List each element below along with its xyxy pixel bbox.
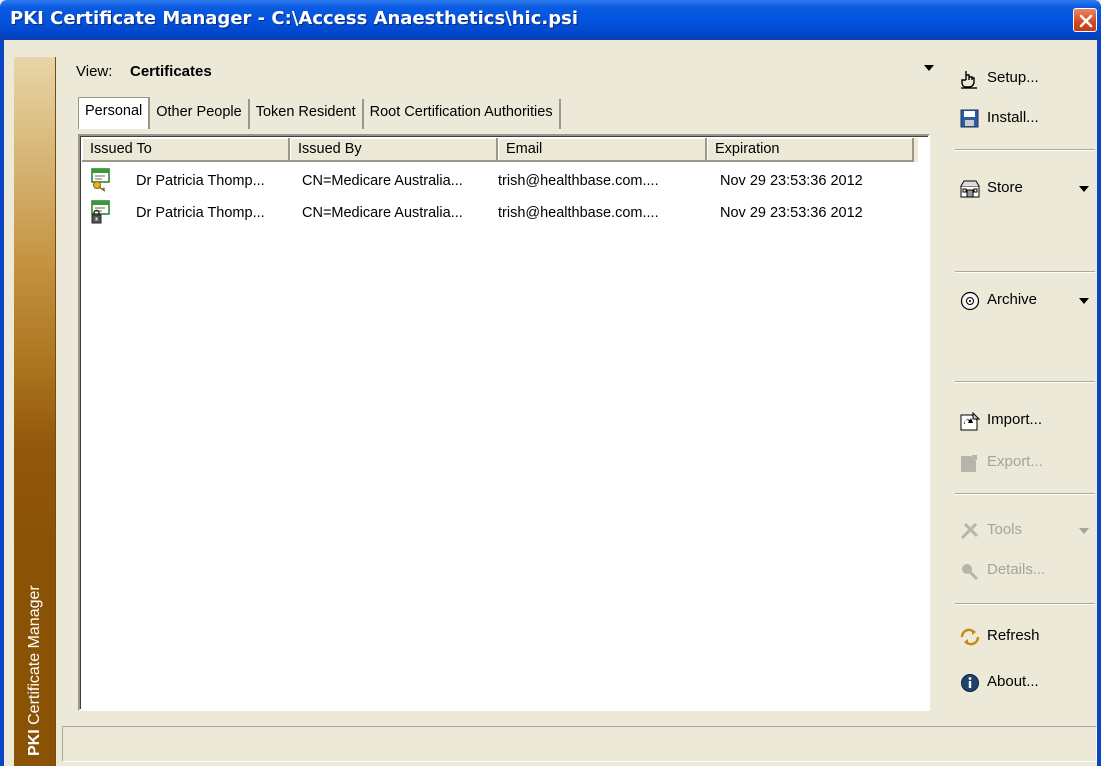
- cell-email: trish@healthbase.com....: [498, 173, 659, 189]
- setup-button[interactable]: Setup...: [955, 65, 1095, 93]
- view-selector[interactable]: View: Certificates: [62, 57, 944, 87]
- column-header-email[interactable]: Email: [498, 138, 707, 162]
- sidebar-separator: [955, 603, 1095, 605]
- sidebar-separator: [955, 271, 1095, 273]
- refresh-button[interactable]: Refresh: [955, 623, 1095, 651]
- certificate-key-icon: [91, 168, 110, 192]
- column-header-issued-by[interactable]: Issued By: [290, 138, 498, 162]
- view-value: Certificates: [130, 63, 212, 80]
- cell-email: trish@healthbase.com....: [498, 205, 659, 221]
- close-icon: [1079, 14, 1093, 28]
- status-bar: [60, 720, 1097, 766]
- tab-other-people[interactable]: Other People: [150, 99, 250, 129]
- column-headers: Issued To Issued By Email Expiration: [82, 138, 918, 162]
- chevron-down-icon[interactable]: [1079, 186, 1089, 192]
- cell-issued-to: Dr Patricia Thomp...: [136, 205, 265, 221]
- install-button[interactable]: Install...: [955, 105, 1095, 133]
- details-button[interactable]: Details...: [955, 557, 1095, 585]
- tools-icon: [960, 522, 979, 540]
- about-button[interactable]: About...: [955, 669, 1095, 697]
- disc-icon: [960, 291, 980, 311]
- action-sidebar: Setup... Install... Store Archive Import…: [955, 57, 1097, 707]
- sidebar-separator: [955, 149, 1095, 151]
- cell-issued-by: CN=Medicare Australia...: [302, 173, 463, 189]
- archive-button[interactable]: Archive: [955, 287, 1095, 315]
- cell-issued-to: Dr Patricia Thomp...: [136, 173, 265, 189]
- certificate-lock-icon: [91, 200, 110, 224]
- certificate-list[interactable]: Issued To Issued By Email Expiration Dr …: [78, 134, 930, 711]
- status-field: [62, 726, 1097, 762]
- import-button[interactable]: Import...: [955, 407, 1095, 435]
- tab-token-resident[interactable]: Token Resident: [250, 99, 364, 129]
- window-title: PKI Certificate Manager - C:\Access Anae…: [10, 8, 578, 29]
- magnifier-icon: [962, 564, 979, 581]
- export-icon: [961, 455, 977, 472]
- export-button[interactable]: Export...: [955, 449, 1095, 477]
- tab-root-certification-authorities[interactable]: Root Certification Authorities: [364, 99, 561, 129]
- refresh-icon: [960, 628, 980, 646]
- cell-expiration: Nov 29 23:53:36 2012: [720, 205, 863, 221]
- column-header-expiration[interactable]: Expiration: [707, 138, 914, 162]
- info-icon: [961, 674, 979, 692]
- tab-personal[interactable]: Personal: [78, 97, 151, 129]
- title-bar: PKI Certificate Manager - C:\Access Anae…: [0, 0, 1101, 40]
- chevron-down-icon[interactable]: [1079, 528, 1089, 534]
- certificate-tabs: Personal Other People Token Resident Roo…: [78, 97, 561, 129]
- tools-button[interactable]: Tools: [955, 517, 1095, 545]
- brand-label: PKI Certificate Manager: [26, 585, 43, 756]
- cell-expiration: Nov 29 23:53:36 2012: [720, 173, 863, 189]
- brand-strip: PKI Certificate Manager: [14, 57, 56, 766]
- view-label: View:: [76, 63, 113, 80]
- close-button[interactable]: [1073, 8, 1097, 32]
- chevron-down-icon[interactable]: [924, 65, 934, 71]
- hand-pointer-icon: [961, 71, 977, 89]
- import-icon: [960, 411, 981, 431]
- cell-issued-by: CN=Medicare Australia...: [302, 205, 463, 221]
- chevron-down-icon[interactable]: [1079, 298, 1089, 304]
- table-row[interactable]: Dr Patricia Thomp... CN=Medicare Austral…: [82, 166, 918, 198]
- sidebar-separator: [955, 381, 1095, 383]
- column-header-issued-to[interactable]: Issued To: [82, 138, 290, 162]
- sidebar-separator: [955, 493, 1095, 495]
- table-row[interactable]: Dr Patricia Thomp... CN=Medicare Austral…: [82, 198, 918, 230]
- store-button[interactable]: Store: [955, 175, 1095, 203]
- floppy-disk-icon: [960, 109, 979, 128]
- store-icon: [960, 180, 980, 198]
